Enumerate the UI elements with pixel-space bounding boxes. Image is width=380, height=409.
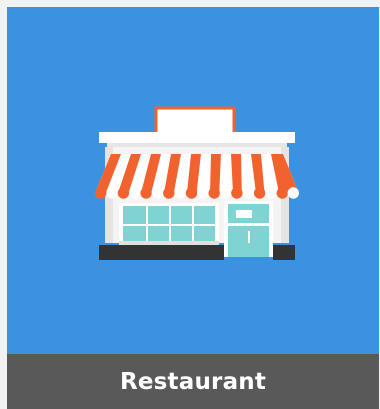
restaurant-tile[interactable]: Restaurant — [7, 7, 379, 409]
shop-window — [119, 203, 219, 245]
storefront-icon — [95, 106, 299, 260]
caption-bar: Restaurant — [7, 354, 379, 409]
awning — [95, 154, 299, 199]
tile-label: Restaurant — [119, 368, 267, 395]
door — [224, 201, 273, 257]
